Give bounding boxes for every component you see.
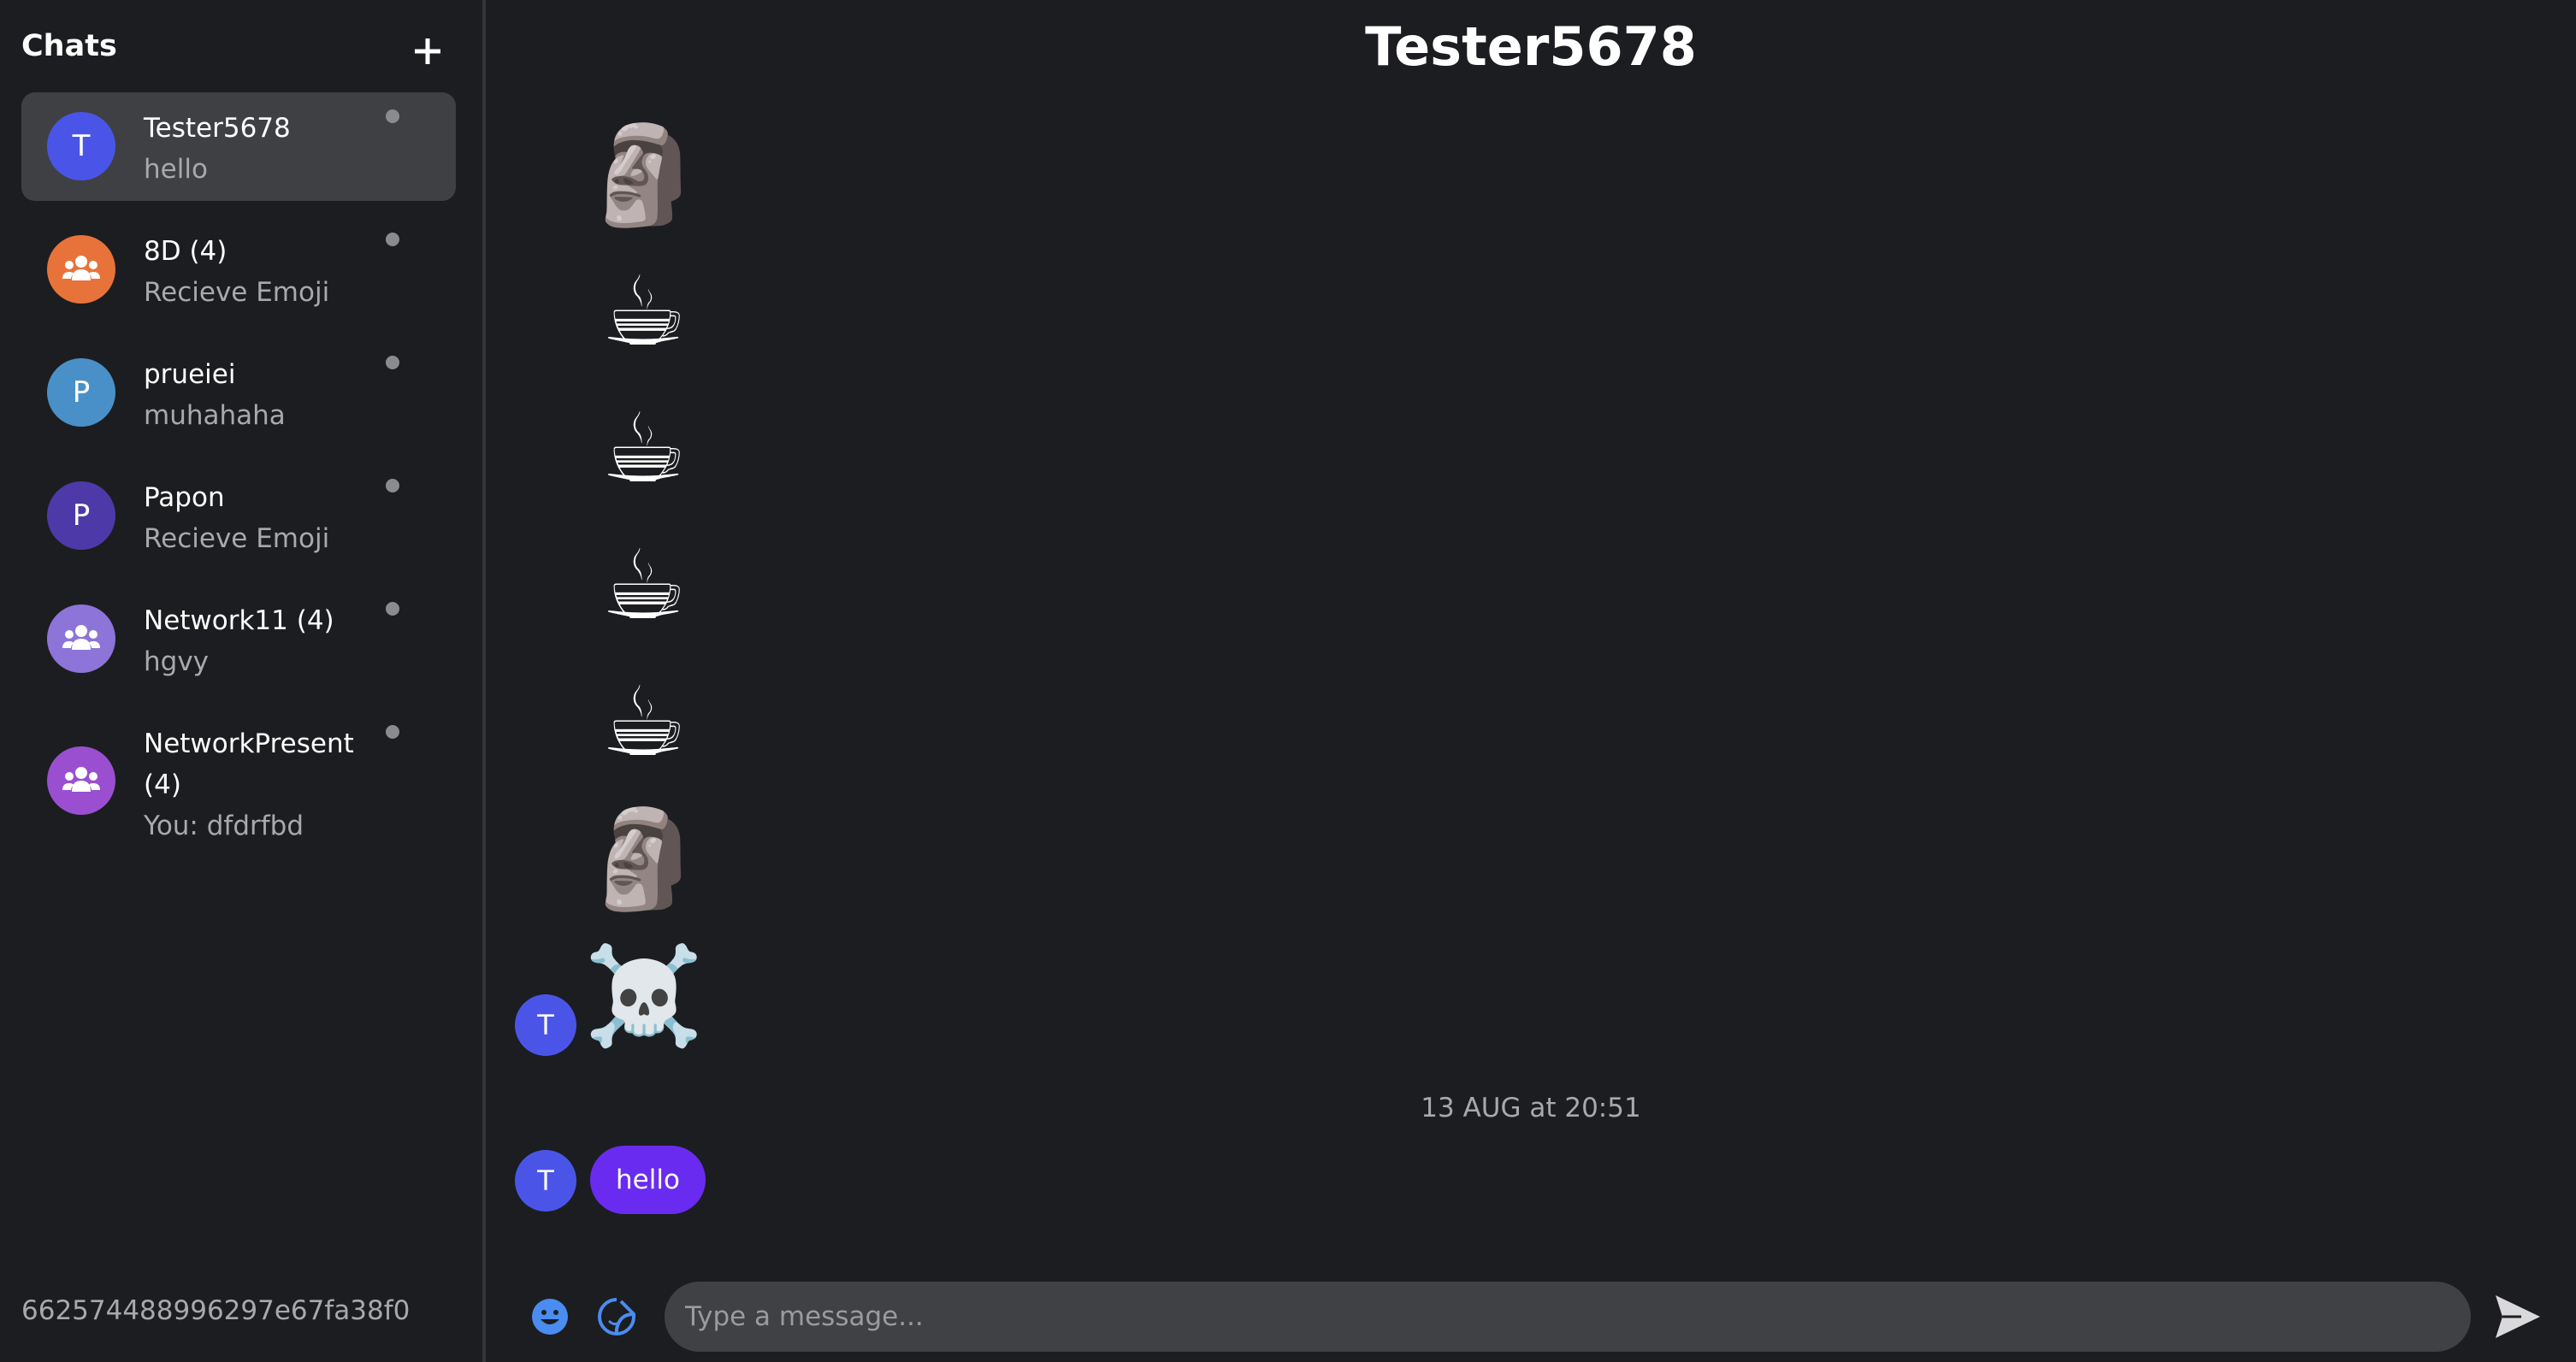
avatar <box>47 746 115 815</box>
avatar <box>47 604 115 673</box>
avatar: T <box>47 112 115 180</box>
emoji-message: ☕ <box>600 667 688 778</box>
emoji-button[interactable] <box>529 1295 571 1338</box>
group-icon <box>62 625 100 650</box>
chat-list: T Tester5678 hello 8D (4) Recieve Emoji … <box>21 92 456 868</box>
conversation-title: Tester5678 <box>1365 15 1697 78</box>
chat-name: Network11 (4) <box>144 605 334 636</box>
smiley-icon <box>532 1299 568 1335</box>
message-timestamp: 13 AUG at 20:51 <box>1421 1093 1641 1123</box>
chat-name: Papon <box>144 482 225 513</box>
status-dot <box>386 479 399 492</box>
status-dot <box>386 356 399 369</box>
sidebar-header: Chats <box>21 26 449 77</box>
group-icon <box>62 256 100 280</box>
chat-item-networkpresent[interactable]: NetworkPresent (4) You: dfdrfbd <box>21 708 456 853</box>
conversation-panel: Tester5678 🗿 ☕ ☕ ☕ ☕ 🗿 ☠️ T 13 AUG at 20… <box>486 0 2576 1362</box>
chat-sidebar: Chats T Tester5678 hello 8D (4) Recieve … <box>0 0 486 1362</box>
chat-item-prueiei[interactable]: P prueiei muhahaha <box>21 339 456 447</box>
chat-name: NetworkPresent (4) <box>144 728 354 800</box>
chat-name: prueiei <box>144 359 236 390</box>
avatar: P <box>47 358 115 427</box>
sender-avatar: T <box>515 1150 576 1212</box>
chat-item-papon[interactable]: P Papon Recieve Emoji <box>21 462 456 570</box>
emoji-message: 🗿 <box>584 804 704 915</box>
chat-item-network11[interactable]: Network11 (4) hgvy <box>21 585 456 693</box>
sender-avatar: T <box>515 994 576 1056</box>
group-icon <box>62 767 100 792</box>
chat-preview: Recieve Emoji <box>144 277 330 308</box>
chat-preview: You: dfdrfbd <box>144 811 304 841</box>
new-chat-button[interactable] <box>406 26 449 77</box>
chat-preview: hello <box>144 154 208 185</box>
message-bubble: hello <box>590 1146 706 1214</box>
avatar: P <box>47 481 115 550</box>
message-input[interactable] <box>665 1282 2471 1352</box>
user-id-label: 662574488996297e67fa38f0 <box>21 1295 411 1326</box>
chat-name: 8D (4) <box>144 236 227 267</box>
avatar <box>47 235 115 304</box>
emoji-message: 🗿 <box>584 120 704 231</box>
chat-preview: Recieve Emoji <box>144 523 330 554</box>
chat-item-tester5678[interactable]: T Tester5678 hello <box>21 92 456 201</box>
emoji-message: ☕ <box>600 393 688 504</box>
chat-item-8d[interactable]: 8D (4) Recieve Emoji <box>21 215 456 324</box>
chat-name: Tester5678 <box>144 113 291 144</box>
sticker-icon <box>598 1298 635 1335</box>
status-dot <box>386 233 399 246</box>
chat-preview: muhahaha <box>144 400 286 431</box>
emoji-message: ☠️ <box>584 940 704 1052</box>
chat-preview: hgvy <box>144 646 210 677</box>
sticker-button[interactable] <box>595 1295 638 1338</box>
emoji-message: ☕ <box>600 256 688 368</box>
plus-icon <box>415 38 440 64</box>
emoji-message: ☕ <box>600 530 688 641</box>
status-dot <box>386 109 399 123</box>
message-composer <box>486 1278 2576 1355</box>
status-dot <box>386 725 399 739</box>
sidebar-title: Chats <box>21 29 117 63</box>
send-icon <box>2496 1295 2540 1338</box>
status-dot <box>386 602 399 616</box>
send-button[interactable] <box>2492 1292 2544 1341</box>
